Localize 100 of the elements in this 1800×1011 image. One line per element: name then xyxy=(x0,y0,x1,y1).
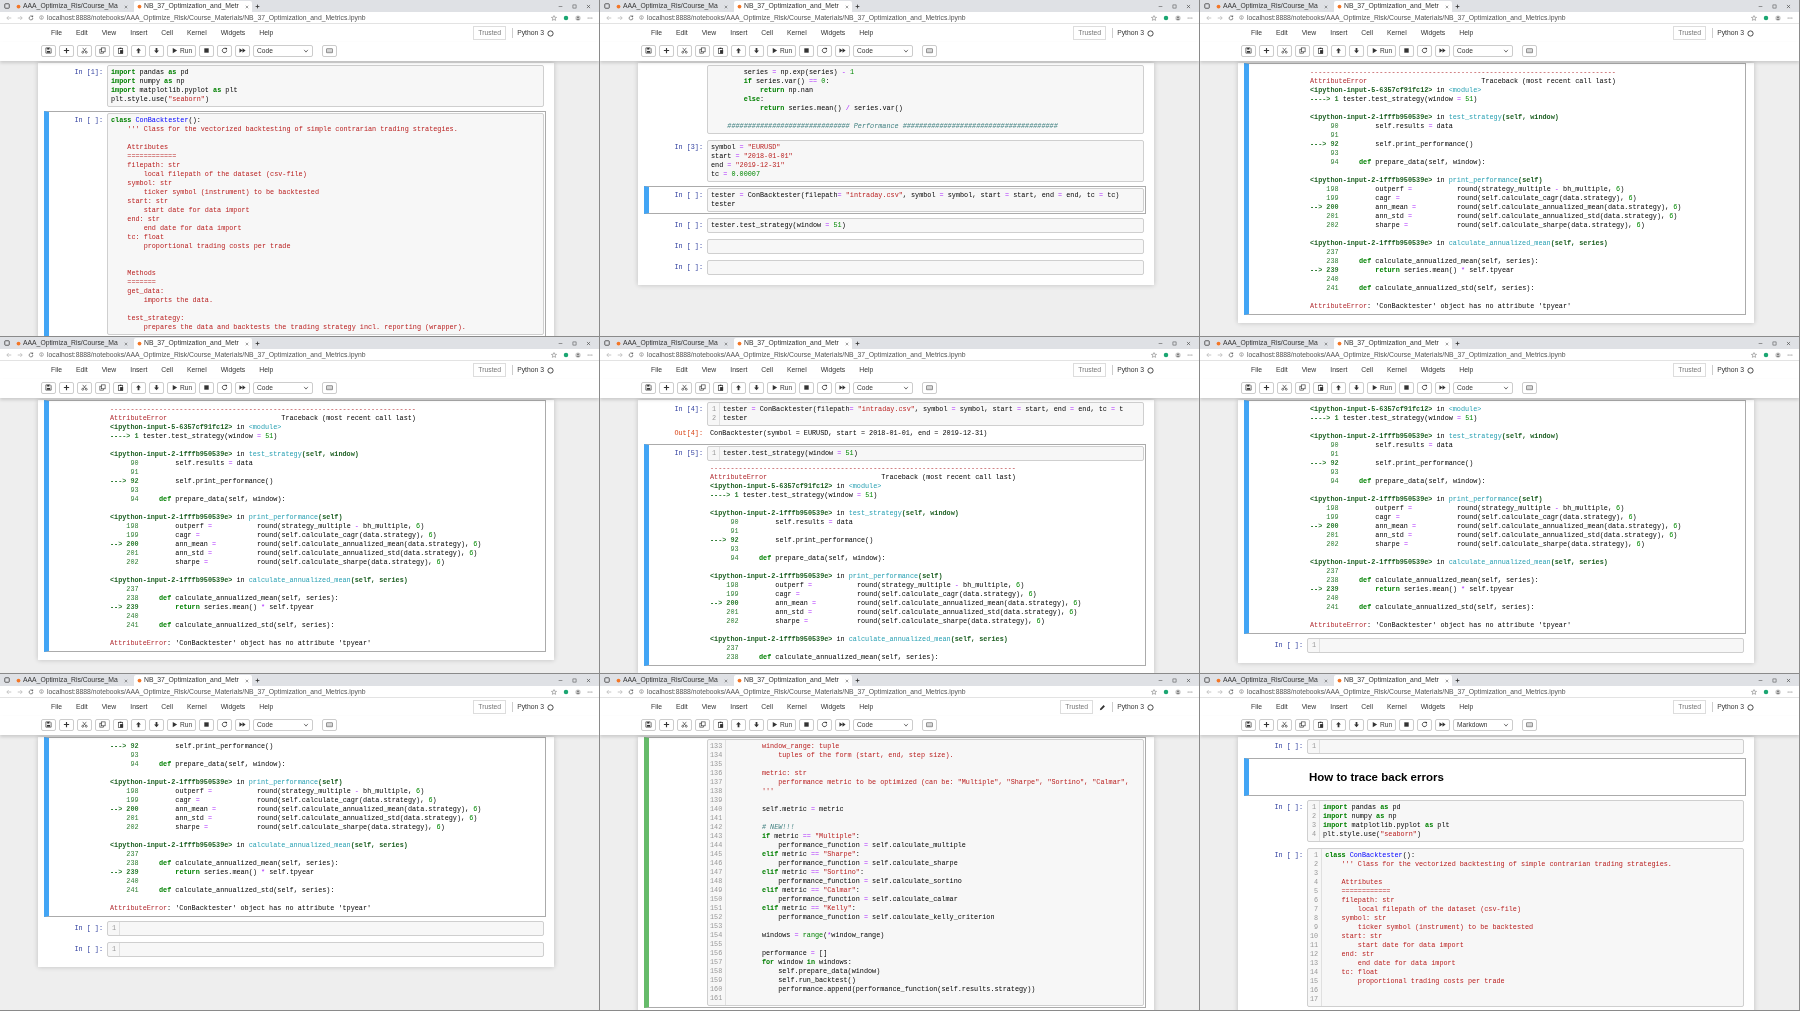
keyboard-button[interactable] xyxy=(322,381,338,394)
run-all-button[interactable] xyxy=(835,381,851,394)
move-up-button[interactable] xyxy=(731,381,746,394)
run-all-button[interactable] xyxy=(835,718,851,731)
copy-button[interactable] xyxy=(95,718,110,731)
restart-button[interactable] xyxy=(817,44,833,57)
save-button[interactable] xyxy=(641,718,656,731)
stop-button[interactable] xyxy=(199,44,215,57)
move-down-button[interactable] xyxy=(1349,718,1364,731)
paste-button[interactable] xyxy=(1313,381,1328,394)
stop-button[interactable] xyxy=(199,381,215,394)
keyboard-button[interactable] xyxy=(322,44,338,57)
restart-button[interactable] xyxy=(217,381,233,394)
code-input[interactable] xyxy=(1307,848,1744,1008)
paste-button[interactable] xyxy=(713,44,728,57)
paste-button[interactable] xyxy=(713,381,728,394)
stop-button[interactable] xyxy=(1399,381,1415,394)
restart-button[interactable] xyxy=(817,381,833,394)
copy-button[interactable] xyxy=(695,381,710,394)
run-all-button[interactable] xyxy=(1435,44,1451,57)
run-all-button[interactable] xyxy=(1435,718,1451,731)
move-up-button[interactable] xyxy=(731,718,746,731)
keyboard-button[interactable] xyxy=(1522,381,1538,394)
kernel-status-icon xyxy=(1747,703,1754,711)
insert-cell-button[interactable] xyxy=(59,44,74,57)
copy-button[interactable] xyxy=(1295,44,1310,57)
paste-button[interactable] xyxy=(1313,44,1328,57)
keyboard-button[interactable] xyxy=(322,718,338,731)
move-up-button[interactable] xyxy=(731,44,746,57)
keyboard-button[interactable] xyxy=(922,381,938,394)
keyboard-button[interactable] xyxy=(922,718,938,731)
save-button[interactable] xyxy=(641,44,656,57)
save-button[interactable] xyxy=(41,381,56,394)
move-up-button[interactable] xyxy=(131,718,146,731)
save-button[interactable] xyxy=(1241,718,1256,731)
restart-button[interactable] xyxy=(1417,381,1433,394)
paste-button[interactable] xyxy=(113,718,128,731)
insert-cell-button[interactable] xyxy=(659,718,674,731)
stop-button[interactable] xyxy=(799,44,815,57)
insert-cell-button[interactable] xyxy=(59,718,74,731)
move-up-button[interactable] xyxy=(131,44,146,57)
copy-button[interactable] xyxy=(695,718,710,731)
move-up-button[interactable] xyxy=(1331,381,1346,394)
paste-button[interactable] xyxy=(1313,718,1328,731)
paste-button[interactable] xyxy=(113,381,128,394)
insert-cell-button[interactable] xyxy=(1259,718,1274,731)
save-button[interactable] xyxy=(641,381,656,394)
paste-button[interactable] xyxy=(113,44,128,57)
move-down-button[interactable] xyxy=(749,44,764,57)
selected-cell[interactable] xyxy=(44,400,546,652)
insert-cell-button[interactable] xyxy=(1259,44,1274,57)
insert-cell-button[interactable] xyxy=(59,381,74,394)
move-up-button[interactable] xyxy=(131,381,146,394)
move-up-button[interactable] xyxy=(1331,44,1346,57)
restart-button[interactable] xyxy=(217,718,233,731)
copy-button[interactable] xyxy=(95,381,110,394)
restart-button[interactable] xyxy=(217,44,233,57)
insert-cell-button[interactable] xyxy=(659,381,674,394)
restart-button[interactable] xyxy=(817,718,833,731)
stop-button[interactable] xyxy=(799,381,815,394)
save-button[interactable] xyxy=(41,718,56,731)
move-down-button[interactable] xyxy=(149,381,164,394)
run-all-button[interactable] xyxy=(235,381,251,394)
star-icon xyxy=(551,351,557,358)
insert-cell-button[interactable] xyxy=(659,44,674,57)
run-all-button[interactable] xyxy=(835,44,851,57)
code-input[interactable] xyxy=(707,239,1144,254)
save-button[interactable] xyxy=(41,44,56,57)
move-down-button[interactable] xyxy=(149,44,164,57)
stop-button[interactable] xyxy=(799,718,815,731)
copy-button[interactable] xyxy=(695,44,710,57)
stop-button[interactable] xyxy=(1399,44,1415,57)
move-up-button[interactable] xyxy=(1331,718,1346,731)
insert-cell-button[interactable] xyxy=(1259,381,1274,394)
move-down-button[interactable] xyxy=(149,718,164,731)
save-button[interactable] xyxy=(1241,381,1256,394)
reload-icon xyxy=(28,351,34,358)
code-input[interactable] xyxy=(707,260,1144,275)
move-down-button[interactable] xyxy=(1349,381,1364,394)
selected-cell[interactable] xyxy=(1244,63,1746,315)
keyboard-button[interactable] xyxy=(1522,718,1538,731)
keyboard-button[interactable] xyxy=(1522,44,1538,57)
move-down-button[interactable] xyxy=(749,381,764,394)
run-all-button[interactable] xyxy=(235,718,251,731)
restart-button[interactable] xyxy=(1417,718,1433,731)
copy-button[interactable] xyxy=(95,44,110,57)
run-all-button[interactable] xyxy=(235,44,251,57)
keyboard-button[interactable] xyxy=(922,44,938,57)
restart-button[interactable] xyxy=(1417,44,1433,57)
selected-cell[interactable] xyxy=(644,444,1146,666)
move-down-button[interactable] xyxy=(1349,44,1364,57)
paste-button[interactable] xyxy=(713,718,728,731)
clipboard-icon xyxy=(1317,384,1324,391)
stop-button[interactable] xyxy=(199,718,215,731)
move-down-button[interactable] xyxy=(749,718,764,731)
copy-button[interactable] xyxy=(1295,718,1310,731)
save-button[interactable] xyxy=(1241,44,1256,57)
stop-button[interactable] xyxy=(1399,718,1415,731)
copy-button[interactable] xyxy=(1295,381,1310,394)
run-all-button[interactable] xyxy=(1435,381,1451,394)
